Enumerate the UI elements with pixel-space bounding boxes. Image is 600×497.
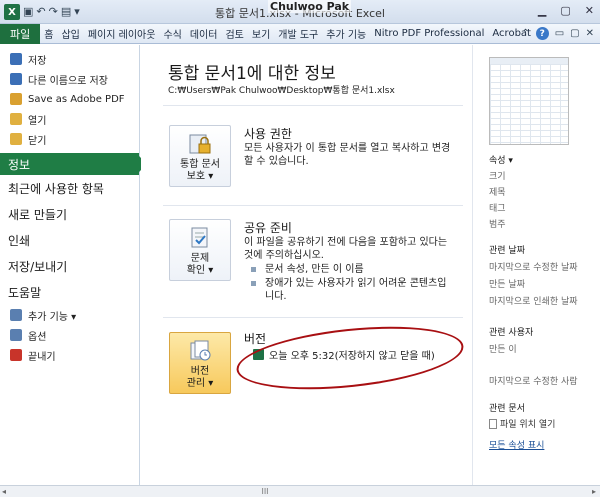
scroll-grip[interactable]: III bbox=[258, 488, 272, 496]
scroll-left-icon[interactable]: ◂ bbox=[2, 487, 6, 496]
close-icon[interactable]: ✕ bbox=[585, 4, 594, 17]
scroll-right-icon[interactable]: ▸ bbox=[592, 487, 596, 496]
open-folder-icon bbox=[10, 113, 22, 125]
tab-formulas[interactable]: 수식 bbox=[159, 26, 185, 41]
divider bbox=[163, 105, 463, 106]
pdf-icon bbox=[10, 93, 22, 105]
tab-page-layout[interactable]: 페이지 레이아웃 bbox=[84, 26, 160, 41]
title-bar: X ▣ ↶ ↷ ▤ ▾ 통합 문서1.xlsx - Microsoft Exce… bbox=[0, 0, 600, 24]
tab-review[interactable]: 검토 bbox=[221, 26, 247, 41]
property-size: 크기 bbox=[489, 172, 506, 182]
document-thumbnail bbox=[489, 57, 569, 145]
minimize-ribbon-icon[interactable]: ⌃ bbox=[521, 28, 529, 39]
nav-exit[interactable]: 끝내기 bbox=[0, 345, 139, 365]
related-dates-head: 관련 날짜 bbox=[489, 246, 525, 256]
versions-icon bbox=[190, 340, 211, 361]
username-label: Chulwoo Pak bbox=[268, 0, 352, 13]
nav-addins[interactable]: 추가 기능 ▾ bbox=[0, 305, 139, 325]
nav-options[interactable]: 옵션 bbox=[0, 325, 139, 345]
nav-save-as-pdf[interactable]: Save as Adobe PDF bbox=[0, 89, 139, 109]
exit-icon bbox=[10, 349, 22, 361]
check-for-issues-button[interactable]: 문제 확인 ▾ bbox=[169, 219, 231, 281]
tab-file[interactable]: 파일 bbox=[0, 23, 41, 44]
permissions-title: 사용 권한 bbox=[244, 127, 292, 141]
properties-panel: 속성 ▾ 크기 제목 태그 범주 관련 날짜 마지막으로 수정한 날짜 만든 날… bbox=[472, 45, 600, 485]
date-modified: 마지막으로 수정한 날짜 bbox=[489, 263, 578, 273]
divider bbox=[163, 317, 463, 318]
page-title: 통합 문서1에 대한 정보 bbox=[168, 64, 336, 84]
protect-workbook-button[interactable]: 통합 문서 보호 ▾ bbox=[169, 125, 231, 187]
doc-close-icon[interactable]: ✕ bbox=[586, 28, 594, 39]
nav-info[interactable]: 정보 bbox=[0, 153, 147, 175]
checklist-icon bbox=[191, 227, 208, 248]
list-item: 문서 속성, 만든 이 이름 bbox=[251, 263, 451, 276]
file-path: C:₩Users₩Pak Chulwoo₩Desktop₩통합 문서1.xlsx bbox=[168, 86, 395, 96]
prepare-title: 공유 준비 bbox=[244, 221, 292, 235]
manage-versions-button[interactable]: 버전 관리 ▾ bbox=[169, 332, 231, 394]
info-pane: 통합 문서1에 대한 정보 C:₩Users₩Pak Chulwoo₩Deskt… bbox=[141, 45, 471, 485]
show-all-properties-link[interactable]: 모든 속성 표시 bbox=[489, 438, 544, 451]
nav-help[interactable]: 도움말 bbox=[0, 279, 139, 305]
save-as-icon bbox=[10, 73, 22, 85]
backstage-nav: 저장 다른 이름으로 저장 Save as Adobe PDF 열기 닫기 정보… bbox=[0, 45, 147, 485]
open-file-location-link[interactable]: 파일 위치 열기 bbox=[489, 417, 555, 430]
related-people-head: 관련 사용자 bbox=[489, 328, 534, 338]
property-title: 제목 bbox=[489, 188, 506, 198]
red-ellipse-annotation bbox=[233, 317, 467, 399]
horizontal-scrollbar[interactable]: ◂ III ▸ bbox=[0, 485, 600, 497]
nav-save[interactable]: 저장 bbox=[0, 49, 139, 69]
tab-developer[interactable]: 개발 도구 bbox=[274, 26, 322, 41]
tab-nitro-pdf[interactable]: Nitro PDF Professional bbox=[370, 28, 488, 39]
tab-view[interactable]: 보기 bbox=[248, 26, 274, 41]
date-printed: 마지막으로 인쇄한 날짜 bbox=[489, 297, 578, 307]
permissions-text: 모든 사용자가 이 통합 문서를 열고 복사하고 변경할 수 있습니다. bbox=[244, 143, 451, 167]
prepare-text: 이 파일을 공유하기 전에 다음을 포함하고 있다는 것에 주의하십시오. bbox=[244, 237, 448, 261]
options-icon bbox=[10, 329, 22, 341]
save-icon bbox=[10, 53, 22, 65]
addins-icon bbox=[10, 309, 22, 321]
people-last-modified-by: 마지막으로 수정한 사람 bbox=[489, 377, 578, 387]
nav-close[interactable]: 닫기 bbox=[0, 129, 139, 149]
list-item: 장애가 있는 사용자가 읽기 어려운 콘텐츠입니다. bbox=[251, 277, 451, 303]
divider bbox=[163, 205, 463, 206]
help-icon[interactable]: ? bbox=[535, 27, 549, 40]
nav-new[interactable]: 새로 만들기 bbox=[0, 201, 139, 227]
tab-data[interactable]: 데이터 bbox=[186, 26, 222, 41]
related-docs-head: 관련 문서 bbox=[489, 404, 525, 414]
ribbon-controls: ⌃ ? ▭ ▢ ✕ bbox=[521, 27, 594, 40]
versions-title: 버전 bbox=[244, 332, 267, 346]
property-category: 범주 bbox=[489, 220, 506, 230]
properties-dropdown[interactable]: 속성 ▾ bbox=[489, 153, 513, 166]
file-icon bbox=[489, 418, 497, 429]
minimize-icon[interactable]: ▁ bbox=[538, 4, 546, 17]
tab-insert[interactable]: 삽입 bbox=[57, 26, 83, 41]
lock-icon bbox=[189, 134, 211, 154]
property-tags: 태그 bbox=[489, 204, 506, 214]
close-folder-icon bbox=[10, 133, 22, 145]
nav-print[interactable]: 인쇄 bbox=[0, 227, 139, 253]
nav-open[interactable]: 열기 bbox=[0, 109, 139, 129]
date-created: 만든 날짜 bbox=[489, 280, 525, 290]
tab-addins[interactable]: 추가 기능 bbox=[322, 26, 370, 41]
tab-home[interactable]: 홈 bbox=[40, 26, 57, 41]
doc-restore-icon[interactable]: ▢ bbox=[570, 28, 579, 39]
restore-icon[interactable]: ▢ bbox=[560, 4, 570, 17]
nav-save-as[interactable]: 다른 이름으로 저장 bbox=[0, 69, 139, 89]
nav-recent[interactable]: 최근에 사용한 항목 bbox=[0, 175, 139, 201]
ribbon-tabs: 파일 홈 삽입 페이지 레이아웃 수식 데이터 검토 보기 개발 도구 추가 기… bbox=[0, 23, 600, 44]
window-controls: ▁ ▢ ✕ bbox=[538, 4, 594, 17]
doc-minimize-icon[interactable]: ▭ bbox=[555, 28, 564, 39]
people-author: 만든 이 bbox=[489, 345, 517, 355]
nav-save-send[interactable]: 저장/보내기 bbox=[0, 253, 139, 279]
